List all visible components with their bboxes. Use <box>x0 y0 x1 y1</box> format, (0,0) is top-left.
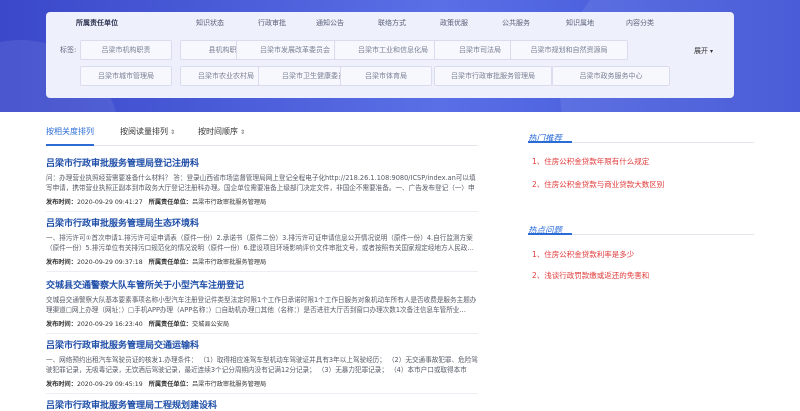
unit-name: 吕梁市行政审批服务管理局 <box>191 381 267 388</box>
published-time: 2020-09-29 09:45:19 <box>76 381 143 388</box>
result-item: 吕梁市行政审批服务管理局登记注册科 问：办理营业执照经营需要准备什么材料？ 答：… <box>46 156 478 212</box>
sort-arrows-icon: ⇕ <box>240 129 246 136</box>
tag-item[interactable]: 吕梁市行政审批服务管理局 <box>434 66 552 86</box>
tags-label: 标签: <box>60 46 77 54</box>
published-label: 发布时间： <box>46 321 77 328</box>
result-meta: 发布时间：2020-09-29 16:23:40 所属责任单位：交城县公安局 <box>46 319 478 328</box>
expand-label: 展开 <box>694 47 708 55</box>
unit-label: 所属责任单位： <box>148 321 192 328</box>
tag-item[interactable]: 吕梁市城市管理局 <box>80 66 172 86</box>
tag-item[interactable]: 吕梁市规划和自然资源局 <box>510 40 628 60</box>
tab-public-service[interactable]: 公共服务 <box>502 18 530 28</box>
result-item: 吕梁市行政审批服务管理局生态环境科 一、排污许可①首次申请1.排污许可证申请表（… <box>46 216 478 272</box>
published-time: 2020-09-29 16:23:40 <box>76 321 143 328</box>
tab-content-category[interactable]: 内容分类 <box>626 18 654 28</box>
tab-knowledge-status[interactable]: 知识状态 <box>196 18 224 28</box>
published-label: 发布时间： <box>46 381 77 388</box>
tab-policy-service[interactable]: 政策优服 <box>440 18 468 28</box>
hot-recommend-item[interactable]: 2、住房公积金贷款与商业贷款大数区别 <box>532 179 664 190</box>
tab-knowledge-locality[interactable]: 知识属地 <box>566 18 594 28</box>
hot-recommend-item[interactable]: 1、住房公积金贷款年限有什么规定 <box>532 156 649 167</box>
filter-panel: 所属责任单位 知识状态 行政审批 通知公告 联络方式 政策优服 公共服务 知识属… <box>46 12 734 98</box>
tab-administrative-approval[interactable]: 行政审批 <box>258 18 286 28</box>
published-time: 2020-09-29 09:37:18 <box>76 259 143 266</box>
expand-button[interactable]: 展开 ▾ <box>694 46 713 56</box>
active-sort-indicator <box>46 144 94 146</box>
hot-question-item[interactable]: 1、住房公积金贷款利率是多少 <box>532 249 634 260</box>
result-divider <box>46 271 478 272</box>
hot-questions-header: 热点问题 <box>528 218 754 236</box>
sort-by-time[interactable]: 按时间顺序 ⇕ <box>198 126 245 137</box>
published-label: 发布时间： <box>46 259 77 266</box>
result-description: 交城县交通警察大队基本要素事项名称小型汽车注册登记件类型法定时限1个工作日承诺时… <box>46 296 477 314</box>
unit-name: 吕梁市行政审批服务管理局 <box>191 259 267 266</box>
result-divider <box>46 211 478 212</box>
unit-label: 所属责任单位： <box>148 259 192 266</box>
unit-name: 吕梁市行政审批服务管理局 <box>191 199 267 206</box>
result-title[interactable]: 交城县交通警察大队车管所关于小型汽车注册登记 <box>46 278 478 291</box>
result-description: 一、网络预约出租汽车驾驶员证的核发1.办理条件： （1）取得相应准驾车型机动车驾… <box>46 356 478 374</box>
result-description: 问：办理营业执照经营需要准备什么材料？ 答：登录山西省市场监督管理局网上登记全程… <box>46 174 476 192</box>
result-title[interactable]: 吕梁市行政审批服务管理局生态环境科 <box>46 216 478 229</box>
chevron-down-icon: ▾ <box>710 48 714 55</box>
result-title[interactable]: 吕梁市行政审批服务管理局工程规划建设科 <box>46 398 478 411</box>
result-meta: 发布时间：2020-09-29 09:41:27 所属责任单位：吕梁市行政审批服务… <box>46 197 478 206</box>
result-meta: 发布时间：2020-09-29 09:45:19 所属责任单位：吕梁市行政审批服务… <box>46 379 478 388</box>
result-title[interactable]: 吕梁市行政审批服务管理局交通运输科 <box>46 338 478 351</box>
side-title-indicator <box>528 141 572 143</box>
tag-item[interactable]: 吕梁市政务服务中心 <box>552 66 670 86</box>
unit-label: 所属责任单位： <box>148 381 192 388</box>
result-title[interactable]: 吕梁市行政审批服务管理局登记注册科 <box>46 156 478 169</box>
category-tabs: 所属责任单位 知识状态 行政审批 通知公告 联络方式 政策优服 公共服务 知识属… <box>46 18 734 32</box>
sort-by-time-label: 按时间顺序 <box>198 127 238 136</box>
sort-by-relevance[interactable]: 按相关度排列 <box>46 126 94 137</box>
sort-arrows-icon: ⇕ <box>170 129 176 136</box>
tab-responsible-unit[interactable]: 所属责任单位 <box>76 18 118 28</box>
result-meta: 发布时间：2020-09-29 09:37:18 所属责任单位：吕梁市行政审批服务… <box>46 257 478 266</box>
result-description: 一、排污许可①首次申请1.排污许可证申请表（原件一份）2.承诺书（原件二份）3.… <box>46 234 474 252</box>
result-item: 吕梁市行政审批服务管理局工程规划建设科 <box>46 398 478 411</box>
published-label: 发布时间： <box>46 199 77 206</box>
result-divider <box>46 393 478 394</box>
side-title-indicator <box>528 233 572 235</box>
sort-by-views[interactable]: 按阅读量排列 ⇕ <box>120 126 175 137</box>
result-item: 吕梁市行政审批服务管理局交通运输科 一、网络预约出租汽车驾驶员证的核发1.办理条… <box>46 338 478 394</box>
result-divider <box>46 333 478 334</box>
tab-contact[interactable]: 联络方式 <box>378 18 406 28</box>
published-time: 2020-09-29 09:41:27 <box>76 199 143 206</box>
unit-name: 交城县公安局 <box>191 321 230 328</box>
hot-recommend-header: 热门推荐 <box>528 126 754 144</box>
hot-question-item[interactable]: 2、浅谈行政罚款缴或返还的免害和 <box>532 270 649 281</box>
top-banner: 所属责任单位 知识状态 行政审批 通知公告 联络方式 政策优服 公共服务 知识属… <box>0 0 800 112</box>
tab-notices[interactable]: 通知公告 <box>316 18 344 28</box>
tag-item[interactable]: 吕梁市体育局 <box>340 66 432 86</box>
result-item: 交城县交通警察大队车管所关于小型汽车注册登记 交城县交通警察大队基本要素事项名称… <box>46 278 478 334</box>
tag-item[interactable]: 吕梁市机构职责 <box>80 40 172 60</box>
sort-by-views-label: 按阅读量排列 <box>120 127 168 136</box>
sort-divider <box>46 145 478 146</box>
sort-bar: 按相关度排列 按阅读量排列 ⇕ 按时间顺序 ⇕ <box>46 126 478 144</box>
unit-label: 所属责任单位： <box>148 199 192 206</box>
